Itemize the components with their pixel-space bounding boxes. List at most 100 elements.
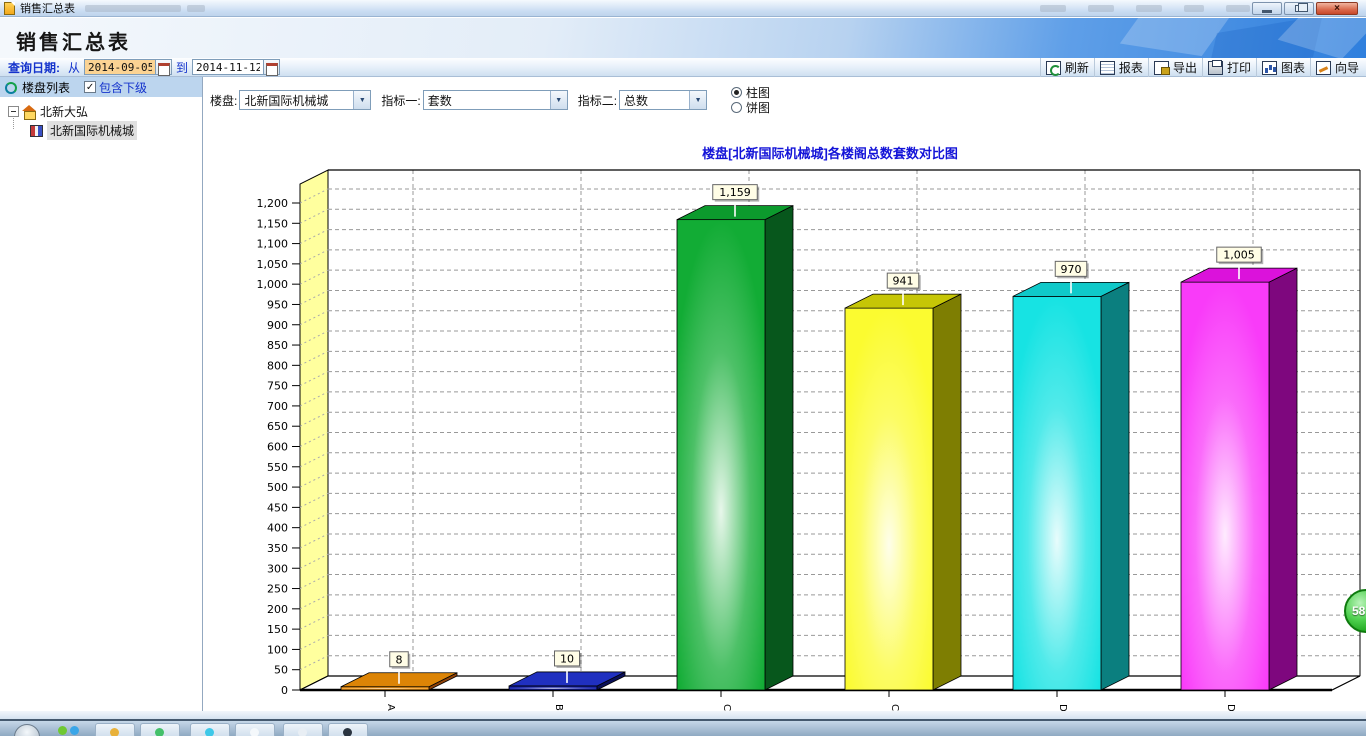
chart-label: 图表 (1281, 59, 1305, 76)
window-controls: × (1250, 2, 1358, 15)
taskbar-app-icon[interactable] (70, 726, 79, 735)
svg-text:1,200: 1,200 (257, 197, 289, 210)
svg-text:750: 750 (267, 380, 288, 393)
collapse-icon[interactable] (8, 106, 19, 117)
minimize-button[interactable] (1252, 2, 1282, 15)
print-button[interactable]: 打印 (1202, 58, 1256, 77)
calendar-icon[interactable] (264, 59, 280, 75)
metric1-select[interactable]: 套数 ▼ (423, 90, 568, 110)
metric1-label: 指标一: (381, 92, 420, 109)
redacted-text (85, 5, 181, 12)
taskbar-app-button[interactable] (95, 723, 135, 736)
tree-child-label: 北新国际机械城 (47, 121, 137, 140)
taskbar-app-button[interactable] (328, 723, 368, 736)
svg-text:1,100: 1,100 (257, 238, 289, 251)
taskbar (0, 719, 1366, 736)
taskbar-app-button[interactable] (190, 723, 230, 736)
metric2-label: 指标二: (578, 92, 617, 109)
chart-button[interactable]: 图表 (1256, 58, 1310, 77)
chevron-down-icon[interactable]: ▼ (353, 91, 370, 109)
svg-text:250: 250 (267, 583, 288, 596)
building-list-label: 楼盘列表 (22, 79, 70, 96)
x-axis-label: D2 (1225, 704, 1236, 711)
chevron-down-icon[interactable]: ▼ (550, 91, 567, 109)
chart-wall (300, 170, 328, 690)
redacted-text (187, 5, 205, 12)
x-axis-label: C1 (721, 704, 732, 711)
svg-text:8: 8 (396, 653, 403, 666)
window-title: 销售汇总表 (20, 0, 75, 16)
start-button[interactable] (14, 724, 40, 736)
building-select-label: 楼盘: (210, 92, 237, 109)
svg-text:400: 400 (267, 522, 288, 535)
report-label: 报表 (1119, 59, 1143, 76)
export-icon (1154, 61, 1169, 75)
svg-text:150: 150 (267, 623, 288, 636)
sidebar-header: 楼盘列表 ✓ 包含下级 (0, 77, 202, 97)
svg-text:700: 700 (267, 400, 288, 413)
svg-text:850: 850 (267, 339, 288, 352)
page-title: 销售汇总表 (16, 26, 131, 55)
building-select-value: 北新国际机械城 (240, 92, 332, 109)
from-label: 从 (68, 59, 80, 76)
taskbar-app-icon[interactable] (58, 726, 67, 735)
radio-column-chart[interactable]: 柱图 (731, 85, 770, 100)
radio-selected-icon (731, 87, 742, 98)
taskbar-app-icon (343, 728, 352, 736)
radio-pie-chart[interactable]: 饼图 (731, 100, 770, 115)
minimize-icon (1262, 10, 1272, 13)
chevron-down-icon[interactable]: ▼ (689, 91, 706, 109)
tree-node-child[interactable]: 北新国际机械城 (30, 121, 137, 140)
include-sub-checkbox[interactable]: ✓ (84, 81, 96, 93)
metric2-select[interactable]: 总数 ▼ (619, 90, 707, 110)
taskbar-app-button[interactable] (283, 723, 323, 736)
radio-unselected-icon (731, 102, 742, 113)
x-axis-label: C2 (889, 704, 900, 711)
taskbar-app-button[interactable] (235, 723, 275, 736)
export-button[interactable]: 导出 (1148, 58, 1202, 77)
bar-C2: C2 (845, 294, 961, 711)
house-icon (22, 106, 36, 118)
svg-text:1,159: 1,159 (719, 186, 751, 199)
menu-item-faded (1136, 5, 1162, 12)
chart-svg: 0501001502002503003504004505005506006507… (204, 160, 1366, 711)
svg-text:1,000: 1,000 (257, 278, 289, 291)
taskbar-app-icon (110, 728, 119, 736)
refresh-icon (1046, 61, 1061, 75)
restore-icon (1295, 5, 1303, 12)
close-button[interactable]: × (1316, 2, 1358, 15)
wizard-button[interactable]: 向导 (1310, 58, 1364, 77)
x-axis-label: D1 (1057, 704, 1068, 711)
svg-text:941: 941 (893, 275, 914, 288)
svg-text:50: 50 (274, 664, 288, 677)
report-button[interactable]: 报表 (1094, 58, 1148, 77)
metric1-select-value: 套数 (424, 92, 456, 109)
sidebar: 楼盘列表 ✓ 包含下级 北新大弘 北新国际机械城 (0, 77, 203, 711)
taskbar-app-icon (250, 728, 259, 736)
app-window: 销售汇总表 × 销售汇总表 查询日期: 从 到 刷新 (0, 0, 1366, 736)
svg-text:1,005: 1,005 (1223, 249, 1255, 262)
tree-node-root[interactable]: 北新大弘 (8, 103, 88, 120)
wizard-icon (1316, 61, 1331, 75)
svg-text:0: 0 (281, 684, 288, 697)
svg-text:1,150: 1,150 (257, 217, 289, 230)
restore-button[interactable] (1284, 2, 1314, 15)
svg-text:500: 500 (267, 481, 288, 494)
metric2-select-value: 总数 (620, 92, 652, 109)
date-from-input[interactable] (84, 59, 156, 75)
refresh-button[interactable]: 刷新 (1040, 58, 1094, 77)
building-select[interactable]: 北新国际机械城 ▼ (239, 90, 371, 110)
date-to-input[interactable] (192, 59, 264, 75)
refresh-tree-icon[interactable] (4, 81, 17, 94)
taskbar-app-icon (155, 728, 164, 736)
svg-text:650: 650 (267, 420, 288, 433)
svg-text:600: 600 (267, 441, 288, 454)
menu-item-faded (1184, 5, 1204, 12)
calendar-icon[interactable] (156, 59, 172, 75)
taskbar-app-button[interactable] (140, 723, 180, 736)
svg-text:900: 900 (267, 319, 288, 332)
app-document-icon (4, 2, 15, 15)
svg-text:950: 950 (267, 298, 288, 311)
menu-item-faded (1226, 5, 1250, 12)
query-date-label: 查询日期: (8, 59, 60, 76)
